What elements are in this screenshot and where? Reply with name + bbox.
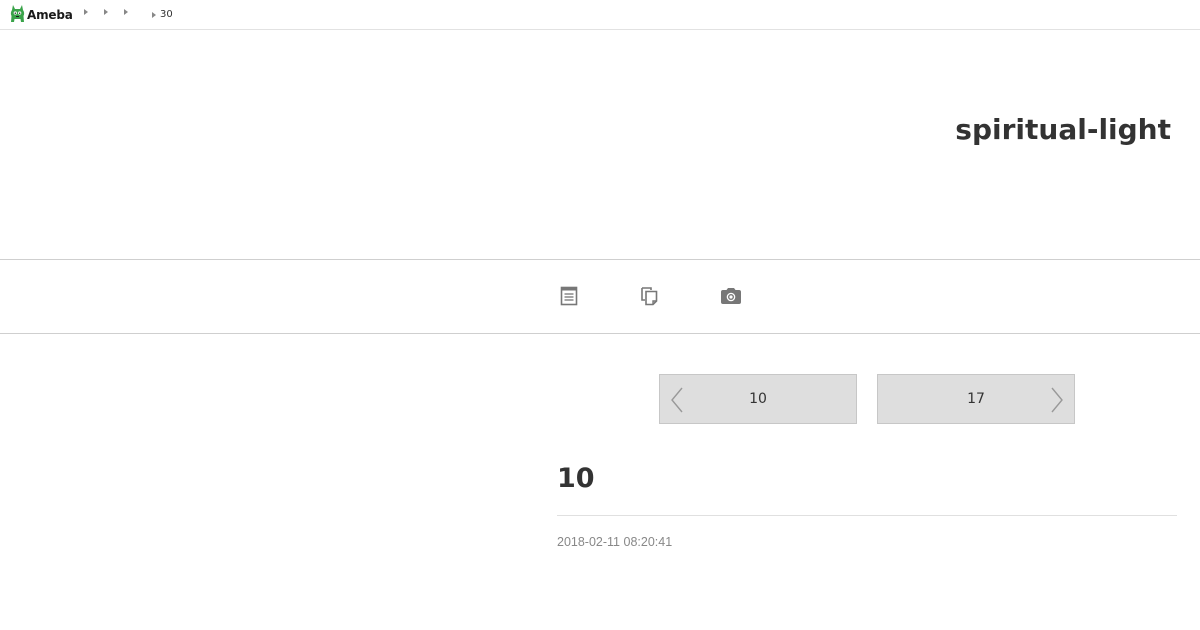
breadcrumb-item[interactable] [104, 9, 112, 15]
next-entry-label: 17 [967, 391, 985, 407]
caret-right-icon [152, 12, 156, 18]
entry-date: 2018-02-11 08:20:41 [557, 535, 673, 549]
blog-title[interactable]: spiritual-light [955, 113, 1171, 146]
next-entry-button[interactable]: 17 [877, 374, 1075, 424]
ameba-logo[interactable]: Ameba [10, 5, 73, 24]
blog-header: spiritual-light [0, 30, 1200, 260]
logo-text: Ameba [27, 7, 73, 22]
blog-nav [0, 260, 1200, 334]
entry-divider [557, 515, 1177, 516]
photo-list-tab[interactable] [719, 284, 743, 308]
breadcrumb-label: 30 [160, 9, 173, 20]
camera-icon [721, 288, 741, 304]
top-bar: Ameba 30 [0, 0, 1200, 30]
prev-entry-button[interactable]: 10 [659, 374, 857, 424]
caret-right-icon [124, 9, 128, 15]
breadcrumb-item[interactable]: 30 [152, 9, 173, 21]
document-icon [560, 286, 578, 306]
breadcrumb-item[interactable] [124, 9, 132, 15]
caret-right-icon [84, 9, 88, 15]
pages-icon [641, 287, 658, 306]
caret-right-icon [104, 9, 108, 15]
theme-list-tab[interactable] [638, 284, 662, 308]
entry-list-tab[interactable] [557, 284, 581, 308]
chevron-right-icon [1051, 387, 1063, 413]
breadcrumb-item[interactable] [84, 9, 92, 15]
entry-title[interactable]: 10 [557, 463, 595, 494]
ameba-mascot-icon [10, 5, 25, 22]
chevron-left-icon [671, 387, 683, 413]
prev-entry-label: 10 [749, 391, 767, 407]
